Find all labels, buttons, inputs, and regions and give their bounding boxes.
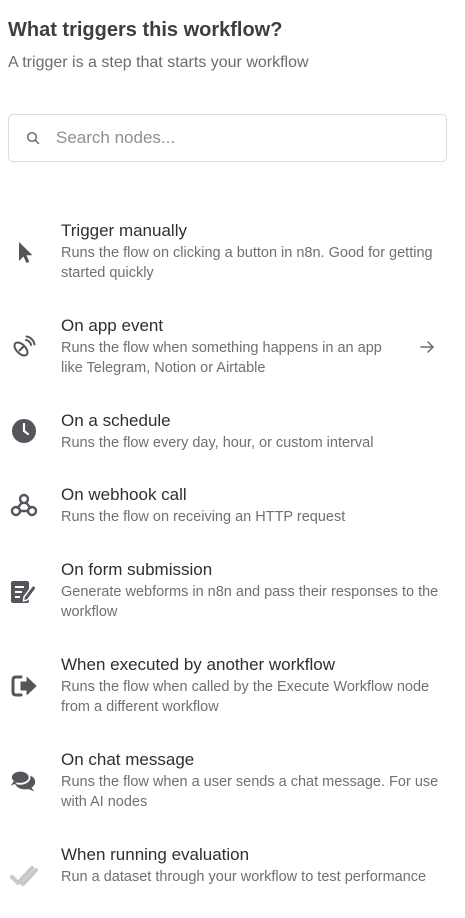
trigger-item-form[interactable]: On form submission Generate webforms in … [0,557,465,627]
trigger-description: Runs the flow when something happens in … [61,340,382,376]
sign-out-icon [10,672,38,700]
trigger-description: Run a dataset through your workflow to t… [61,869,427,885]
trigger-item-webhook[interactable]: On webhook call Runs the flow on receivi… [0,482,465,530]
trigger-title: On chat message [61,750,195,769]
trigger-title: On webhook call [61,485,187,504]
trigger-item-sub-workflow[interactable]: When executed by another workflow Runs t… [0,652,465,722]
trigger-item-schedule[interactable]: On a schedule Runs the flow every day, h… [0,408,465,456]
satellite-dish-icon [10,333,38,361]
trigger-title: On app event [61,316,164,335]
trigger-item-app-event[interactable]: On app event Runs the flow when somethin… [0,313,465,383]
cursor-pointer-icon [10,238,38,266]
trigger-item-chat[interactable]: On chat message Runs the flow when a use… [0,747,465,817]
trigger-title: When running evaluation [61,845,250,864]
trigger-description: Runs the flow when a user sends a chat m… [61,774,439,810]
clock-icon [10,417,38,445]
trigger-description: Runs the flow on clicking a button in n8… [61,245,433,281]
double-check-icon [10,862,38,890]
trigger-title: When executed by another workflow [61,655,336,674]
trigger-title: On form submission [61,560,213,579]
trigger-title: Trigger manually [61,221,187,240]
trigger-description: Runs the flow on receiving an HTTP reque… [61,509,346,525]
chat-bubbles-icon [10,767,38,795]
arrow-right-icon [419,339,435,355]
trigger-description: Generate webforms in n8n and pass their … [61,584,439,620]
trigger-item-manual[interactable]: Trigger manually Runs the flow on clicki… [0,218,465,288]
trigger-description: Runs the flow when called by the Execute… [61,679,430,715]
form-edit-icon [10,577,38,605]
trigger-title: On a schedule [61,411,171,430]
trigger-item-evaluation[interactable]: When running evaluation Run a dataset th… [0,842,465,912]
webhook-icon [10,491,38,519]
trigger-description: Runs the flow every day, hour, or custom… [61,435,374,451]
trigger-list: Trigger manually Runs the flow on clicki… [0,0,465,918]
